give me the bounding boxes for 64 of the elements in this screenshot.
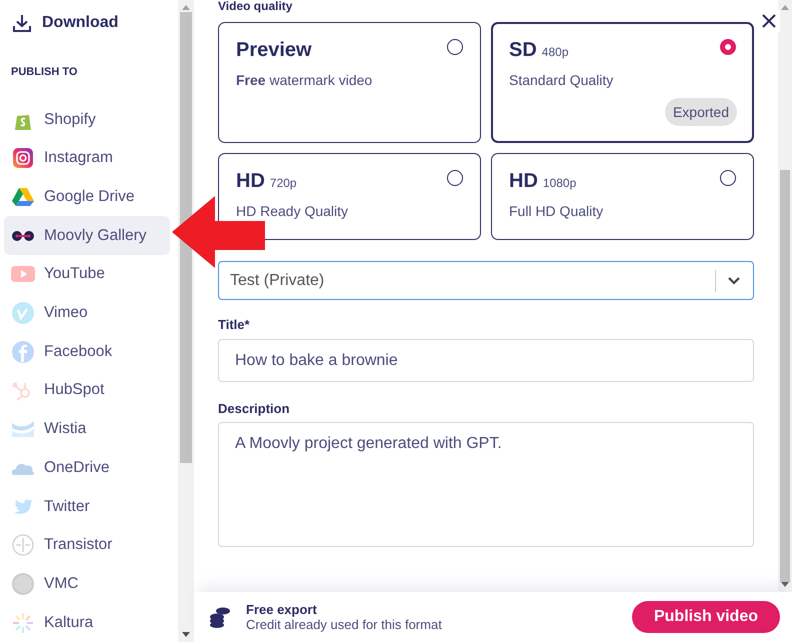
quality-description: Standard Quality	[509, 72, 614, 88]
quality-name: HD	[236, 170, 265, 193]
download-icon	[12, 13, 32, 34]
sidebar-item[interactable]: Twitter	[4, 487, 170, 526]
sidebar-item[interactable]: Instagram	[4, 138, 170, 178]
quality-description: HD Ready Quality	[236, 203, 350, 219]
section-label: Video quality	[218, 0, 294, 12]
radio-button[interactable]	[720, 170, 736, 186]
quality-description: Full HD Quality	[509, 203, 604, 219]
description-input[interactable]: A Moovly project generated with GPT.	[218, 422, 754, 547]
gallery-dropdown[interactable]: Test (Private)	[218, 261, 754, 300]
service-label: Vimeo	[44, 304, 88, 322]
service-label: OneDrive	[44, 458, 110, 477]
service-label: Kaltura	[44, 614, 94, 632]
sidebar-item[interactable]: HubSpot	[4, 371, 170, 410]
sidebar-item[interactable]: YouTube	[4, 255, 170, 294]
sidebar-item[interactable]: VMC	[4, 564, 170, 604]
sidebar-item[interactable]: Vimeo	[4, 294, 170, 332]
service-label: Twitter	[44, 498, 90, 516]
radio-button[interactable]	[447, 170, 463, 186]
scrollbar[interactable]	[778, 0, 792, 592]
field-label: Title*	[218, 317, 251, 332]
service-label: HubSpot	[44, 381, 104, 400]
sidebar-item[interactable]: Shopify	[4, 100, 170, 139]
publish-button[interactable]: Publish video	[632, 601, 780, 633]
quality-name: HD	[509, 170, 538, 193]
quality-name: SD	[509, 39, 537, 62]
service-label: Transistor	[44, 536, 112, 554]
sidebar-item[interactable]: Kaltura	[4, 603, 170, 642]
export-note: Credit already used for this format	[246, 617, 443, 632]
download-button[interactable]: Download	[4, 0, 170, 46]
radio-button[interactable]	[720, 39, 736, 55]
service-label: YouTube	[44, 265, 105, 284]
service-label: VMC	[44, 574, 78, 593]
service-label: Facebook	[44, 342, 112, 361]
quality-description: Free watermark video	[236, 72, 374, 88]
service-label: Wistia	[44, 420, 86, 438]
quality-card[interactable]: SD 480p Standard Quality Exported	[491, 22, 754, 143]
sidebar-item[interactable]: Wistia	[4, 410, 170, 448]
resolution-label: 1080p	[542, 176, 576, 190]
service-label: Instagram	[44, 149, 113, 168]
section-heading: PUBLISH TO	[10, 65, 78, 80]
quality-card[interactable]: HD 1080p Full HD Quality	[491, 153, 754, 240]
sidebar-item[interactable]: OneDrive	[4, 448, 170, 488]
coins-icon	[208, 606, 232, 628]
field-label: Description	[218, 401, 291, 416]
resolution-label: 480p	[542, 45, 568, 59]
scroll-down-icon[interactable]	[182, 632, 190, 638]
quality-card[interactable]: Preview Free watermark video	[218, 22, 481, 143]
sidebar-item[interactable]: Transistor	[4, 526, 170, 565]
service-label: Shopify	[44, 110, 96, 129]
scrollbar[interactable]	[178, 0, 194, 642]
chevron-down-icon	[727, 276, 741, 285]
service-label: Google Drive	[44, 188, 134, 206]
radio-button[interactable]	[447, 39, 463, 55]
quality-name: Preview	[236, 39, 312, 62]
sidebar-item[interactable]: Facebook	[4, 332, 170, 372]
resolution-label: 720p	[270, 176, 297, 190]
status-badge: Exported	[664, 98, 737, 126]
service-label: Moovly Gallery	[44, 226, 146, 245]
sidebar-item[interactable]: Moovly Gallery	[4, 216, 170, 256]
sidebar-item[interactable]: Google Drive	[4, 178, 170, 216]
title-input[interactable]: How to bake a brownie	[218, 339, 754, 382]
export-heading: Free export	[246, 602, 318, 617]
